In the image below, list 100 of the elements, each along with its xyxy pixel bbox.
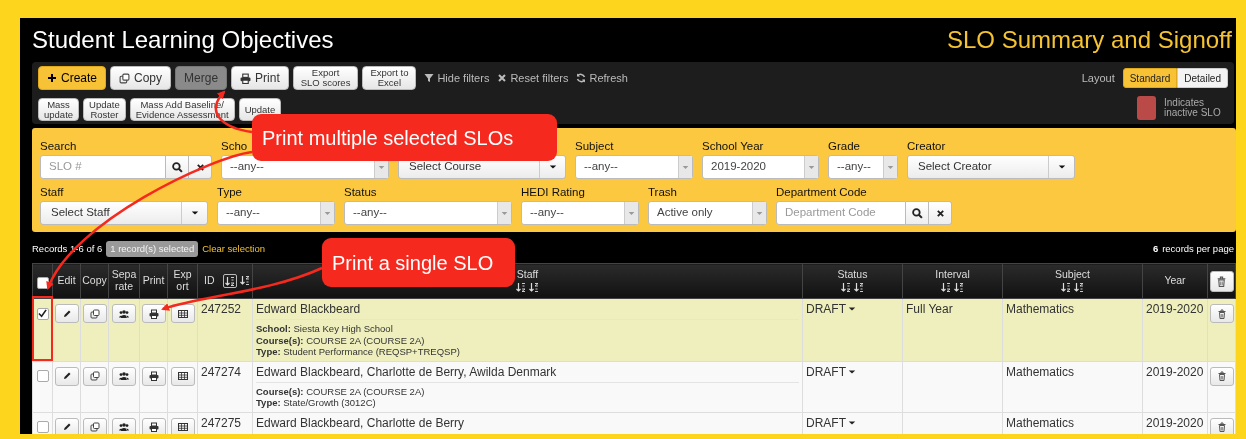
edit-button[interactable] — [54, 366, 79, 386]
delete-button[interactable] — [1209, 417, 1234, 434]
filter-label: Search — [40, 139, 77, 154]
toolbar-link[interactable]: Hide filters — [424, 69, 490, 87]
trash-icon — [1216, 422, 1227, 432]
caret-icon — [628, 209, 635, 217]
edit-button[interactable] — [54, 417, 79, 434]
pencil-icon — [61, 308, 72, 319]
copy-button[interactable] — [82, 417, 107, 434]
table-icon — [177, 422, 188, 432]
print-button[interactable] — [141, 417, 166, 434]
filter-label: HEDI Rating — [521, 185, 585, 200]
row-checkbox[interactable] — [36, 420, 49, 433]
copy-icon — [119, 72, 131, 84]
filter-label: Type — [217, 185, 242, 200]
delete-button[interactable] — [1209, 304, 1234, 323]
toolbar-button[interactable]: Create — [38, 66, 107, 90]
sort-descending-icon — [854, 280, 864, 293]
toolbar-button[interactable]: Print — [231, 66, 289, 90]
toolbar-button[interactable]: Copy — [110, 66, 172, 90]
trash-icon — [1216, 308, 1227, 319]
toolbar-button[interactable]: Export SLO scores — [292, 66, 359, 90]
select-field[interactable]: --any-- — [344, 201, 512, 225]
search-field[interactable]: Department Code — [776, 201, 906, 225]
select-field[interactable]: --any-- — [828, 155, 898, 179]
plus-icon — [47, 73, 57, 83]
select-field[interactable]: Active only — [648, 201, 767, 225]
export-button[interactable] — [170, 304, 195, 323]
table-icon — [177, 308, 188, 319]
toolbar-button[interactable]: Mass update — [38, 98, 80, 121]
caret-icon — [378, 163, 385, 171]
close-icon — [935, 208, 945, 218]
copy-button[interactable] — [82, 304, 107, 323]
status-dropdown[interactable]: DRAFT — [806, 302, 856, 316]
per-page-count: 6 — [1152, 241, 1159, 256]
annotation-tooltip: Print a single SLO — [322, 238, 515, 287]
column-header: Separate — [111, 269, 137, 293]
caret-icon — [682, 163, 689, 171]
caret-icon — [848, 305, 856, 313]
edit-button[interactable] — [54, 304, 79, 323]
dropdown-button[interactable]: Select Creator — [907, 155, 1075, 179]
search-button[interactable] — [166, 155, 189, 179]
caret-icon — [324, 209, 331, 217]
printer-icon — [240, 72, 252, 84]
select-field[interactable]: --any-- — [217, 201, 335, 225]
column-header: Print — [142, 275, 165, 287]
select-field[interactable]: 2019-2020 — [702, 155, 819, 179]
toolbar-link[interactable]: Reset filters — [497, 69, 569, 87]
row-checkbox[interactable] — [36, 307, 49, 320]
people-icon — [119, 422, 129, 432]
pencil-icon — [61, 422, 72, 432]
layout-toggle[interactable]: Detailed — [1177, 68, 1228, 88]
copy-icon — [89, 308, 100, 319]
select-all-checkbox[interactable] — [36, 277, 49, 290]
close-icon — [497, 73, 508, 83]
table-icon — [177, 371, 188, 381]
check-icon — [38, 309, 47, 318]
print-button[interactable] — [141, 366, 166, 386]
copy-button[interactable] — [82, 366, 107, 386]
layout-toggle[interactable]: Standard — [1122, 68, 1178, 88]
dropdown-button[interactable]: Select Staff — [40, 201, 208, 225]
trash-icon — [1216, 371, 1227, 381]
select-field[interactable]: --any-- — [521, 201, 639, 225]
staff-name: Edward Blackbeard — [256, 302, 799, 320]
toolbar-button[interactable]: Update Roster — [83, 98, 126, 121]
separate-button[interactable] — [112, 304, 136, 323]
delete-all-button[interactable] — [1209, 270, 1234, 292]
column-header: Status — [837, 269, 868, 281]
sort-descending-icon — [529, 280, 539, 293]
record-detail: Course(s): COURSE 2A (COURSE 2A) — [256, 334, 426, 346]
annotation-tooltip: Print multiple selected SLOs — [252, 114, 557, 161]
search-field[interactable]: SLO # — [40, 155, 166, 179]
export-button[interactable] — [170, 417, 195, 434]
row-checkbox[interactable] — [36, 369, 49, 382]
search-button[interactable] — [906, 201, 929, 225]
legend-text: Indicates inactive SLO — [1164, 98, 1222, 118]
caret-icon — [548, 163, 557, 171]
status-dropdown[interactable]: DRAFT — [806, 364, 856, 379]
record-detail: Type: Student Performance (REQSP+TREQSP) — [256, 346, 461, 358]
highlight-frame — [32, 296, 53, 361]
people-icon — [119, 371, 129, 381]
staff-name: Edward Blackbeard, Charlotte de Berry, Awilda Denmark — [256, 364, 799, 383]
column-header: Staff — [516, 269, 539, 281]
delete-button[interactable] — [1209, 366, 1234, 386]
separate-button[interactable] — [112, 417, 136, 434]
clear-button[interactable] — [929, 201, 952, 225]
staff-name: Edward Blackbeard, Charlotte de Berry — [256, 415, 466, 432]
trash-icon — [1216, 275, 1227, 287]
pencil-icon — [61, 371, 72, 381]
print-button[interactable] — [141, 304, 166, 323]
filter-label: Staff — [40, 185, 64, 200]
separate-button[interactable] — [112, 366, 136, 386]
clear-selection-link[interactable]: Clear selection — [202, 241, 266, 257]
select-field[interactable]: --any-- — [575, 155, 693, 179]
search-icon — [911, 207, 923, 219]
record-id: 247252 — [201, 302, 242, 316]
caret-icon — [1057, 163, 1066, 171]
toolbar-link[interactable]: Refresh — [576, 69, 628, 87]
export-button[interactable] — [170, 366, 195, 386]
toolbar-button[interactable]: Export to Excel — [362, 66, 417, 90]
